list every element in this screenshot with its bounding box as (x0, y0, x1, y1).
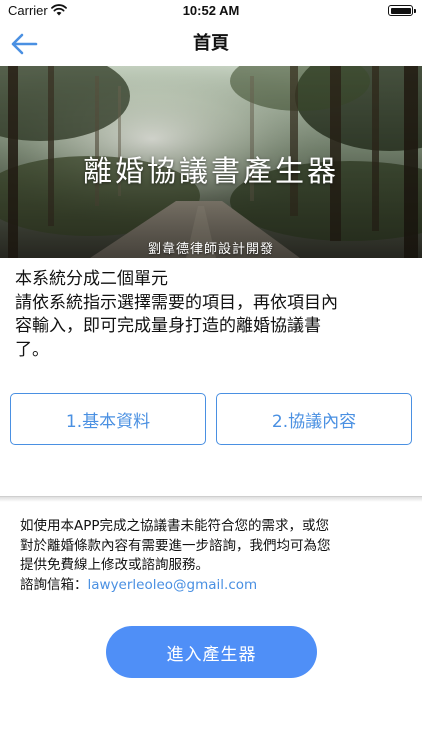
navigation-bar: 首頁 (0, 22, 422, 66)
intro-line: 容輸入，即可完成量身打造的離婚協議書 (15, 316, 321, 336)
divider (0, 496, 422, 497)
intro-text: 本系統分成二個單元 請依系統指示選擇需要的項目，再依項目內 容輸入，即可完成量身… (15, 268, 415, 362)
basic-info-button[interactable]: 1.基本資料 (10, 393, 206, 445)
battery-icon (388, 5, 416, 16)
email-label: 諮詢信箱： (20, 576, 88, 593)
intro-line: 本系統分成二個單元 (15, 269, 168, 289)
intro-line: 請依系統指示選擇需要的項目，再依項目內 (15, 292, 338, 313)
notice-line: 如使用本APP完成之協議書未能符合您的需求，或您 (20, 518, 330, 534)
intro-line: 了。 (15, 339, 49, 360)
notice-line: 提供免費線上修改或諮詢服務。 (20, 557, 209, 573)
banner-subtitle: 劉韋德律師設計開發 (147, 242, 274, 257)
status-time: 10:52 AM (182, 3, 240, 18)
banner-image: 離婚協議書產生器 劉韋德律師設計開發 (0, 66, 422, 258)
consultation-notice: 如使用本APP完成之協議書未能符合您的需求，或您 對於離婚條款內容有需要進一步諮… (20, 517, 410, 595)
page-title: 首頁 (193, 33, 229, 54)
notice-line: 對於離婚條款內容有需要進一步諮詢，我們均可為您 (20, 537, 331, 554)
enter-generator-button[interactable]: 進入產生器 (106, 626, 317, 678)
agreement-content-button[interactable]: 2.協議內容 (216, 393, 412, 445)
email-link[interactable]: lawyerleoleo@gmail.com (88, 577, 258, 593)
banner-title: 離婚協議書產生器 (82, 154, 339, 188)
email-row: 諮詢信箱：lawyerleoleo@gmail.com (20, 576, 410, 596)
status-bar: Carrier 10:52 AM (0, 0, 422, 22)
